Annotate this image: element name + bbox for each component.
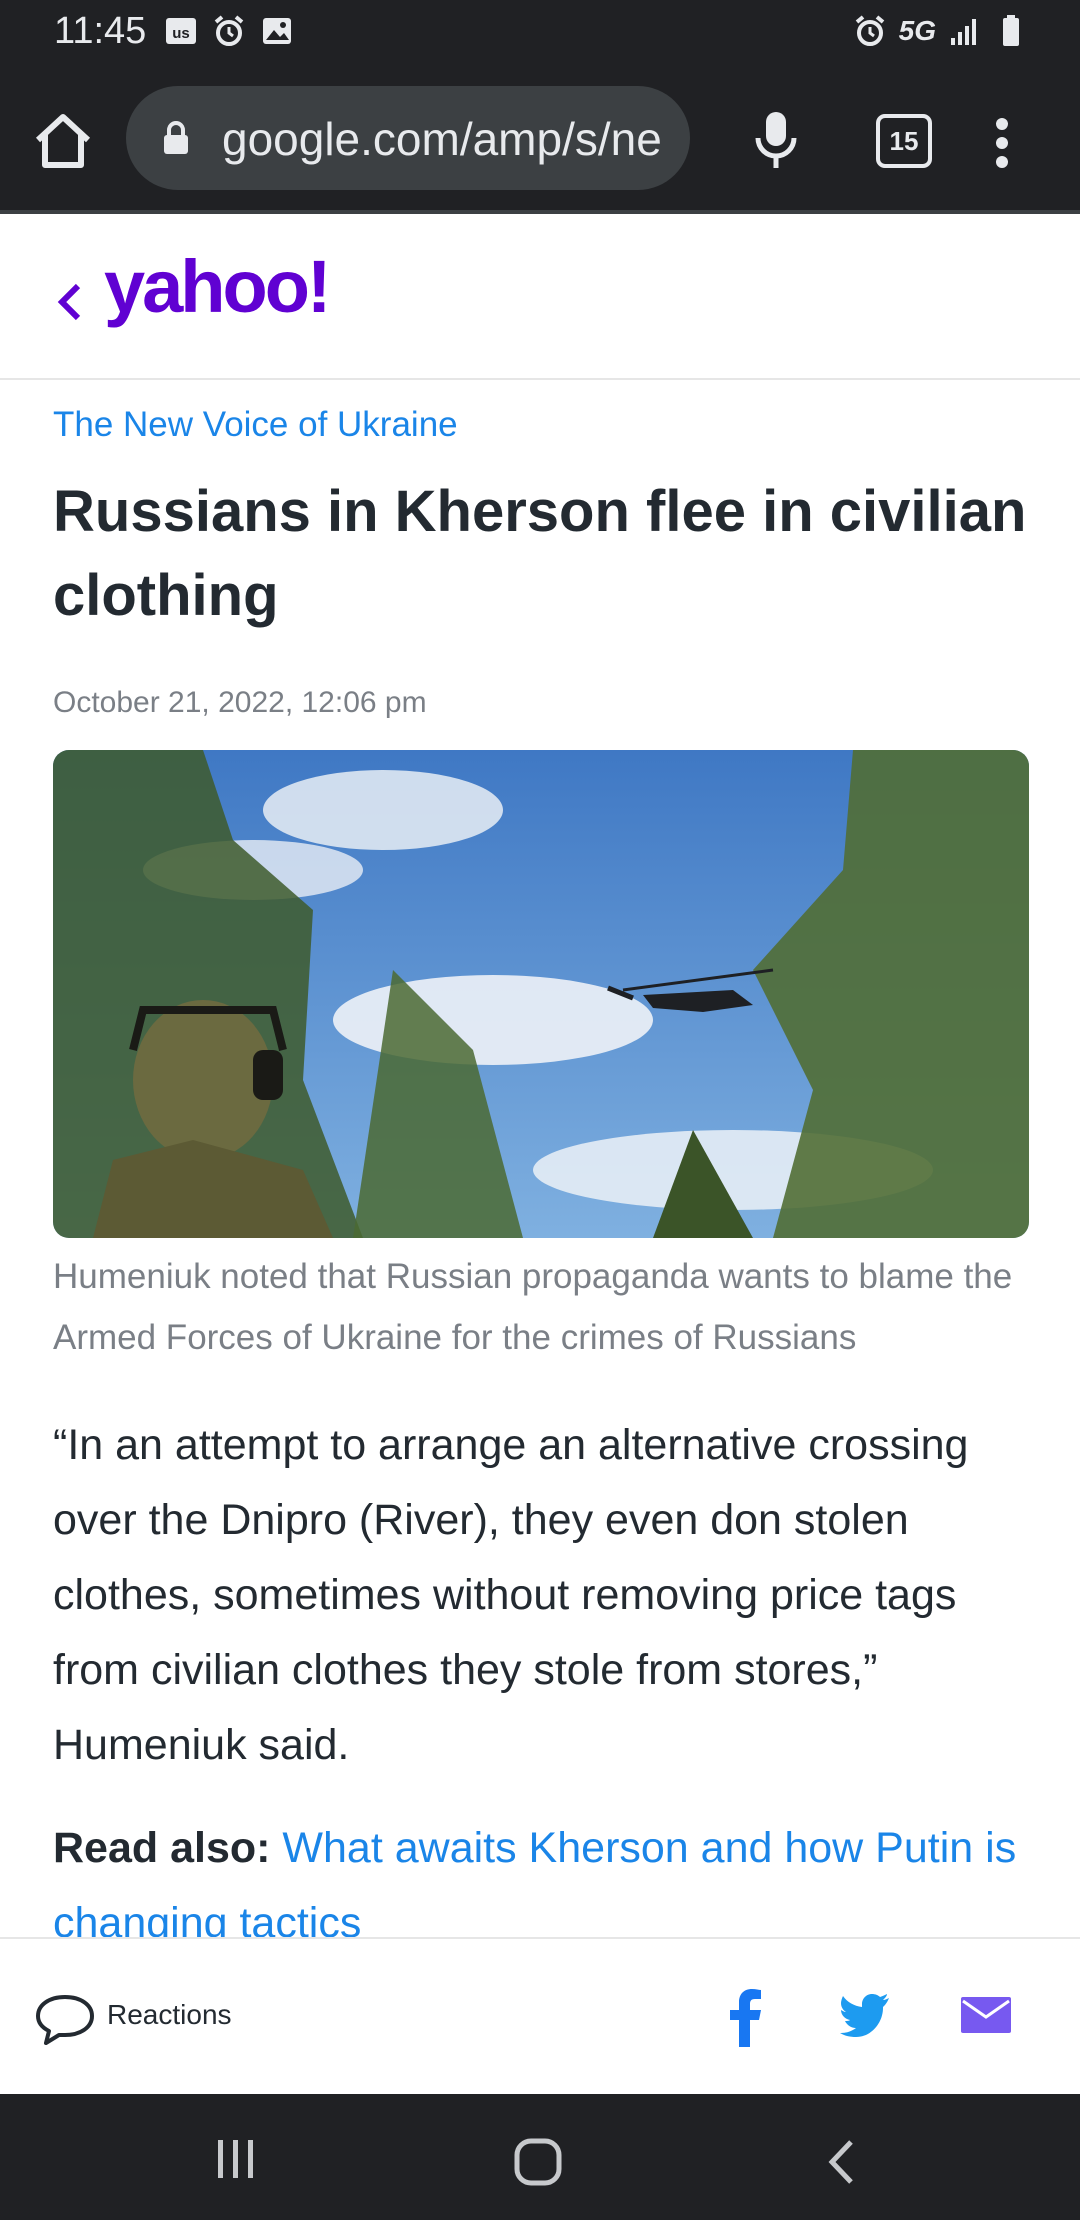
article-paragraph: “In an attempt to arrange an alternative… (53, 1421, 969, 1769)
comment-bubble-icon[interactable] (34, 1993, 96, 2047)
us-badge-icon: us (166, 18, 196, 44)
address-bar[interactable]: google.com/amp/s/ne (126, 86, 690, 190)
status-right-icons: 5G (853, 14, 1028, 48)
lock-icon (164, 121, 188, 154)
hero-photo (53, 750, 1029, 1238)
url-text: google.com/amp/s/ne (222, 113, 662, 165)
microphone-icon[interactable] (752, 106, 800, 176)
image-caption: Humeniuk noted that Russian propaganda w… (53, 1257, 1013, 1357)
back-chevron-icon[interactable] (56, 280, 82, 324)
signal-icon (951, 19, 976, 45)
article-source[interactable]: The New Voice of Ukraine (53, 400, 1028, 450)
mail-icon[interactable] (960, 1995, 1012, 2035)
article: The New Voice of Ukraine Russians in Khe… (53, 400, 1029, 1961)
article-headline: Russians in Kherson flee in civilian clo… (53, 479, 1027, 628)
network-label: 5G (898, 15, 936, 46)
home-icon[interactable] (30, 108, 96, 174)
system-nav-bar (0, 2094, 1080, 2220)
home-nav-icon[interactable] (514, 2138, 562, 2186)
back-nav-icon[interactable] (826, 2138, 856, 2186)
site-header: yahoo! (0, 214, 1080, 380)
yahoo-logo[interactable]: yahoo! (104, 244, 332, 329)
alarm-icon (855, 15, 884, 46)
reactions-button[interactable]: Reactions (107, 1999, 232, 2031)
browser-toolbar: google.com/amp/s/ne 15 (0, 64, 1080, 214)
status-bar: 11:45 us 5G (0, 0, 1080, 64)
read-also-label: Read also: (53, 1824, 271, 1872)
more-options-icon[interactable] (990, 108, 1014, 178)
tab-switcher-button[interactable]: 15 (876, 114, 932, 168)
status-left-icons: us (164, 14, 294, 48)
twitter-icon[interactable] (840, 1991, 890, 2037)
article-date: October 21, 2022, 12:06 pm (53, 686, 427, 719)
article-action-bar: Reactions (0, 1937, 1080, 2096)
facebook-icon[interactable] (725, 1987, 765, 2047)
recent-apps-icon[interactable] (214, 2138, 258, 2180)
image-icon (263, 18, 291, 44)
battery-icon (1003, 15, 1019, 46)
article-hero-image (53, 750, 1029, 1238)
svg-text:us: us (172, 25, 190, 42)
status-time: 11:45 (54, 10, 147, 52)
alarm-icon (214, 15, 244, 46)
